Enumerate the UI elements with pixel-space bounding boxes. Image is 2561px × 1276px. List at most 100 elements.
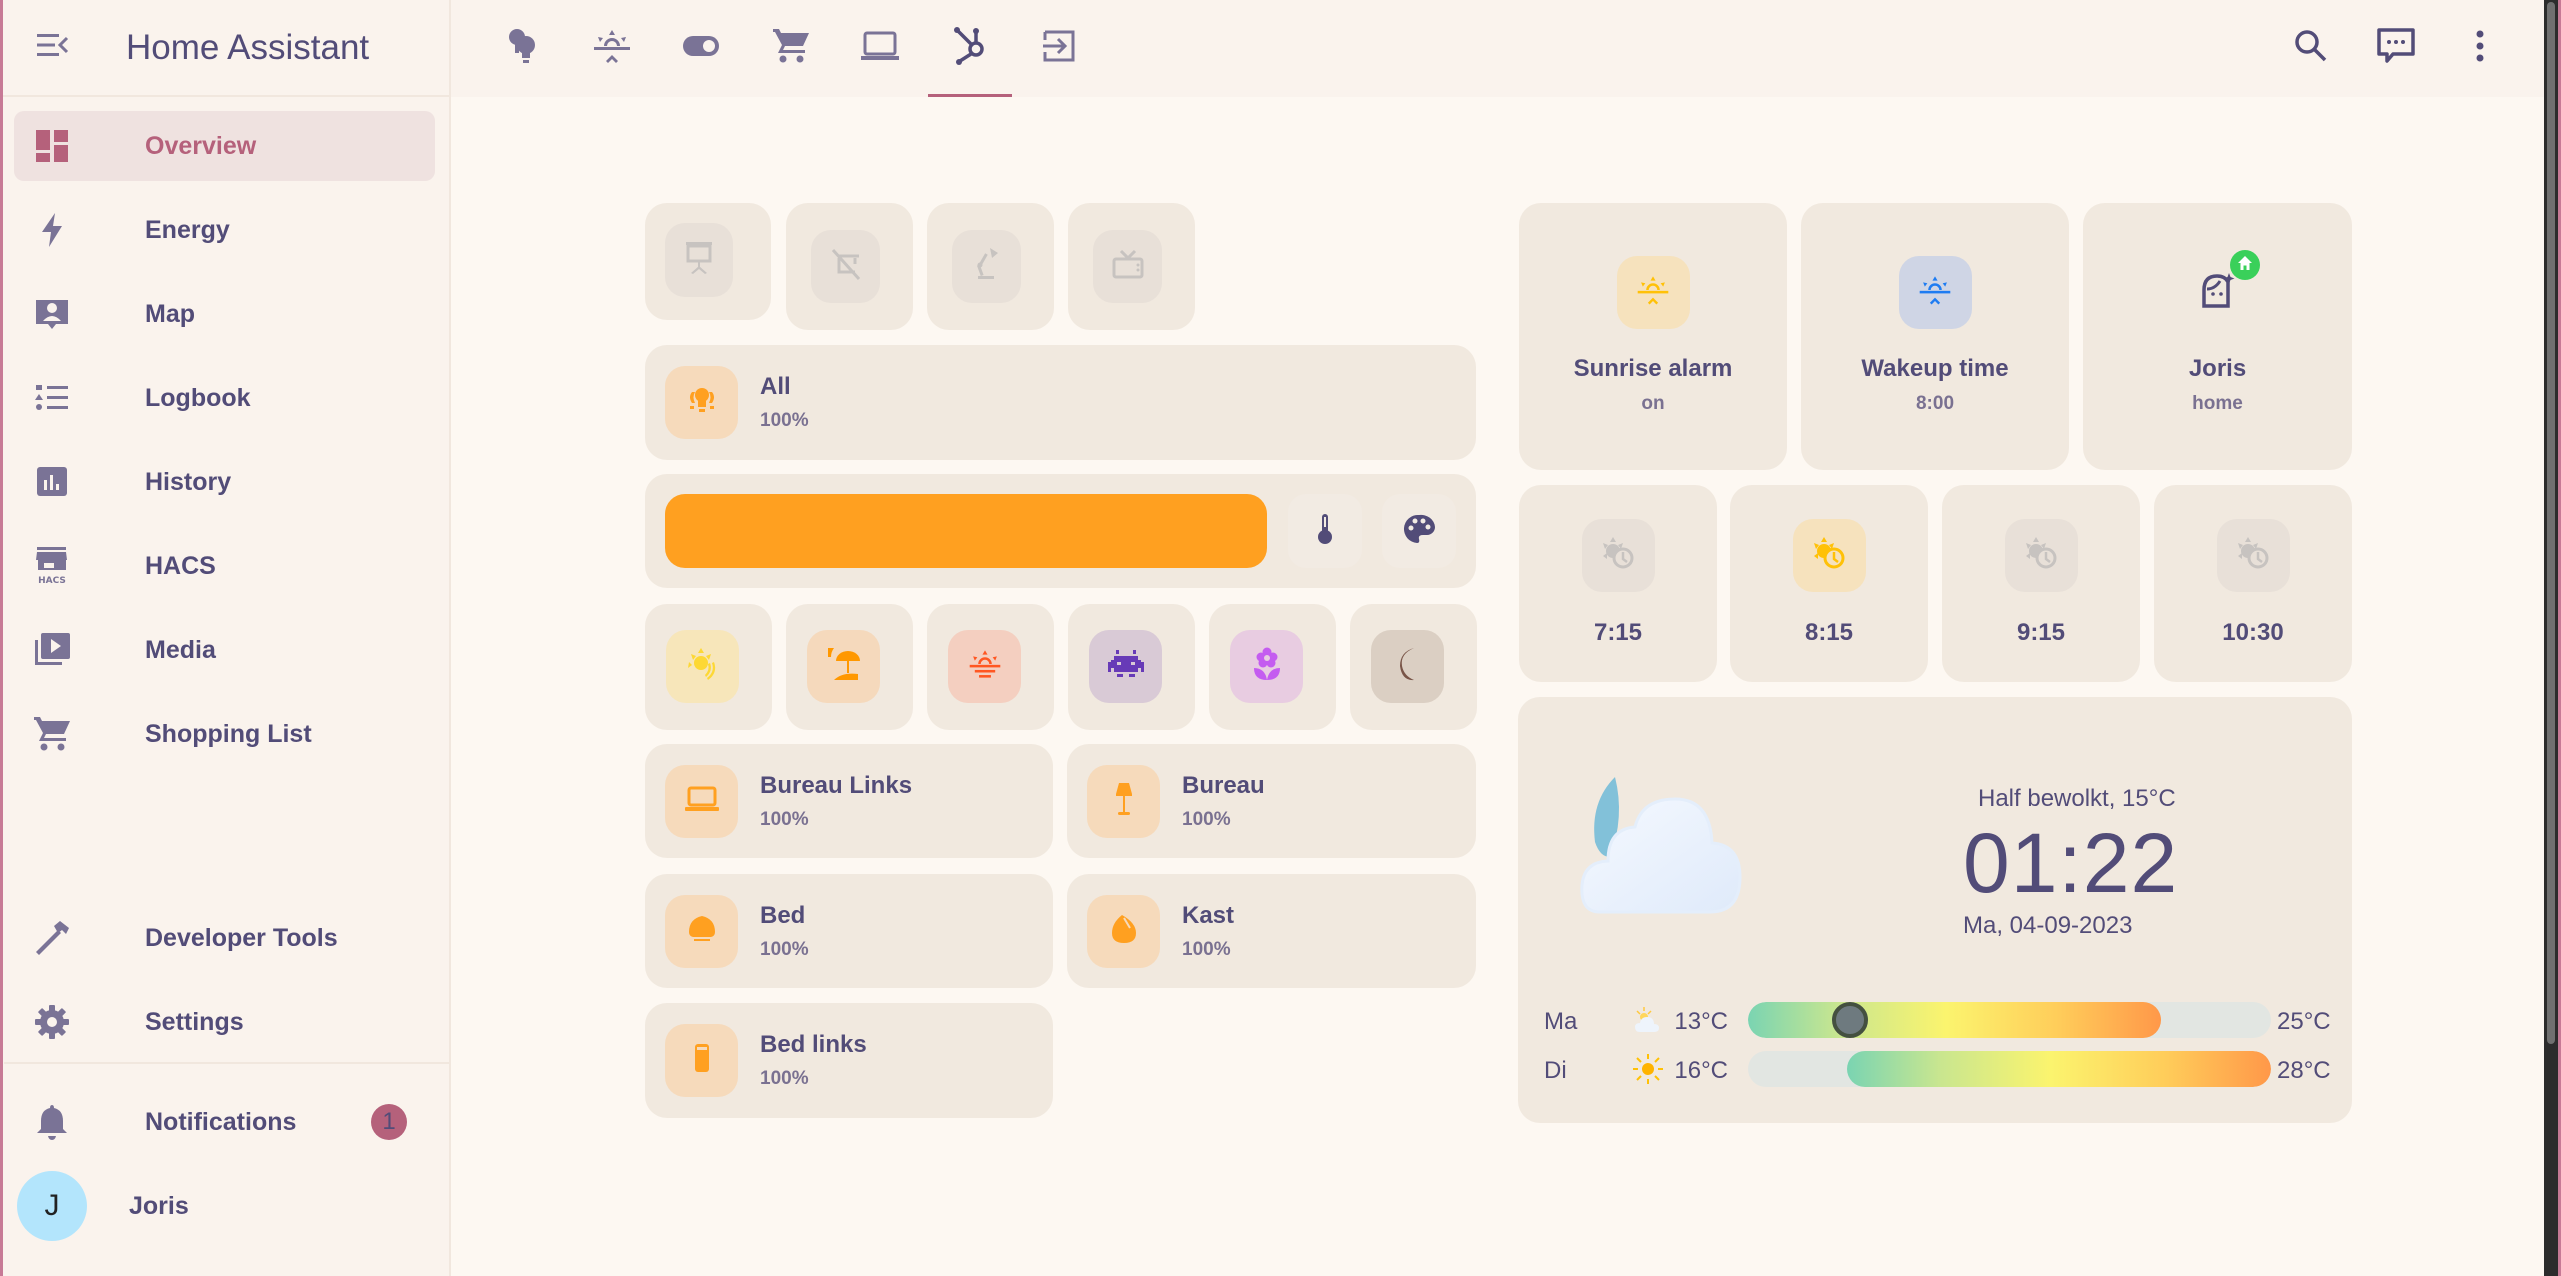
quick-button-tv[interactable] [1068,203,1195,330]
floor-lamp-icon [1114,782,1134,821]
sidebar: Home Assistant Overview Energy Map Logbo… [0,0,451,1276]
cog-icon [32,1002,72,1042]
dots-vertical-icon [2474,29,2486,68]
view-dashboard-icon [32,126,72,166]
chart-box-icon [32,462,72,502]
sidebar-item-settings[interactable]: Settings [14,987,435,1057]
light-icon-box[interactable] [1087,894,1160,968]
wakeup-icon-box[interactable] [1898,256,1972,329]
forecast-temp-range-fill [1748,1002,2162,1038]
alarm-time-button[interactable]: 8:15 [1730,485,1928,682]
light-state: 100% [1182,808,1231,830]
play-box-multiple-icon [32,630,72,670]
tab-switches[interactable] [659,0,743,97]
tab-sunrise[interactable] [570,0,654,97]
quick-button-projector[interactable] [645,203,771,320]
entity-name: Joris [2188,355,2247,382]
light-tile-bureau-links[interactable]: Bureau Links 100% [645,744,1053,858]
scene-bright-button[interactable] [645,604,772,730]
thermometer-icon [1316,513,1334,550]
toggle-switch-icon [681,34,721,63]
entity-state: on [1641,393,1665,414]
sidebar-item-logbook[interactable]: Logbook [14,363,435,433]
more-options-button[interactable] [2450,18,2510,78]
brightness-slider[interactable] [665,494,1267,568]
sidebar-item-map[interactable]: Map [14,279,435,349]
sidebar-item-label: Logbook [145,383,251,412]
alarm-time-button[interactable]: 9:15 [1942,485,2140,682]
sidebar-item-notifications[interactable]: Notifications 1 [14,1087,437,1157]
sun-clock-icon [1601,536,1635,575]
sunrise-alarm-card[interactable]: Sunrise alarm on [1519,203,1787,470]
quick-button-projector-off[interactable] [786,203,913,330]
sun-clock-icon [2024,536,2058,575]
alarm-time-label: 9:15 [2016,619,2066,646]
sidebar-item-label: Overview [145,131,257,160]
sidebar-item-energy[interactable]: Energy [14,195,435,265]
sun-clock-icon [1812,536,1846,575]
sidebar-item-user-profile[interactable]: J Joris [14,1171,437,1241]
light-icon-box[interactable] [665,1024,738,1097]
scene-sunset-button[interactable] [927,604,1054,730]
light-tile-bureau[interactable]: Bureau 100% [1067,744,1476,858]
scene-relax-button[interactable] [1209,604,1336,730]
sidebar-item-media[interactable]: Media [14,615,435,685]
light-tile-kast[interactable]: Kast 100% [1067,874,1476,988]
light-icon-box[interactable] [665,366,738,439]
alarm-time-label: 7:15 [1593,619,1643,646]
tab-devices[interactable] [838,0,922,97]
assist-button[interactable] [2366,18,2426,78]
scene-icon-box [666,630,739,703]
alarm-time-label: 10:30 [2222,619,2284,646]
space-invaders-icon [1107,650,1144,683]
sidebar-item-hacs[interactable]: HACS HACS [14,531,435,601]
tab-lights[interactable] [481,0,565,97]
alarm-time-icon-box [1792,519,1866,592]
light-tile-bed-links[interactable]: Bed links 100% [645,1003,1053,1118]
alarm-time-button[interactable]: 10:30 [2154,485,2352,682]
light-state: 100% [760,808,809,830]
light-icon-box[interactable] [665,764,738,838]
light-tile-bed[interactable]: Bed 100% [645,874,1053,988]
sidebar-toggle-button[interactable] [22,18,82,78]
forecast-temp-range-bar [1748,1051,2271,1087]
tab-login[interactable] [1017,0,1101,97]
assist-chat-icon [2377,27,2415,69]
page-scrollbar[interactable] [2544,0,2558,1276]
scene-beach-button[interactable] [786,604,913,730]
alarm-icon-box[interactable] [1616,256,1690,329]
sidebar-item-developer-tools[interactable]: Developer Tools [14,903,435,973]
color-picker-button[interactable] [1382,494,1456,568]
quick-button-desk-lamp[interactable] [927,203,1054,330]
sidebar-item-label: HACS [145,551,216,580]
light-icon-box[interactable] [1087,764,1160,838]
sidebar-item-overview[interactable]: Overview [14,111,435,181]
sidebar-item-label: Map [145,299,195,328]
color-temperature-button[interactable] [1288,494,1362,568]
sidebar-item-shopping-list[interactable]: Shopping List [14,699,435,769]
sidebar-item-history[interactable]: History [14,447,435,517]
moon-icon [1398,647,1418,686]
brightness-control-card [645,474,1476,588]
entity-name: Wakeup time [1861,355,2009,382]
alarm-time-button[interactable]: 7:15 [1519,485,1717,682]
search-button[interactable] [2281,18,2341,78]
alarm-time-icon-box [1581,519,1655,592]
sidebar-header: Home Assistant [0,0,449,97]
scene-night-button[interactable] [1350,604,1477,730]
scrollbar-thumb[interactable] [2547,2,2555,1044]
weather-sunset-icon [968,647,1002,686]
clock-date: Ma, 04-09-2023 [1963,912,2133,939]
weather-clock-card[interactable]: Half bewolkt, 15°C 01:22 Ma, 04-09-2023 … [1518,697,2352,1123]
wakeup-time-card[interactable]: Wakeup time 8:00 [1801,203,2069,470]
light-group-all-card[interactable]: All 100% [645,345,1476,460]
tab-shopping[interactable] [749,0,833,97]
person-joris-card[interactable]: Joris home [2083,203,2352,470]
light-icon-box[interactable] [665,894,738,968]
window-border-left [0,0,3,1276]
entity-name: Sunrise alarm [1573,355,1733,382]
person-icon-box[interactable] [2181,250,2260,329]
tab-hub[interactable] [928,0,1012,97]
flower-icon [1252,647,1282,686]
scene-game-button[interactable] [1068,604,1195,730]
